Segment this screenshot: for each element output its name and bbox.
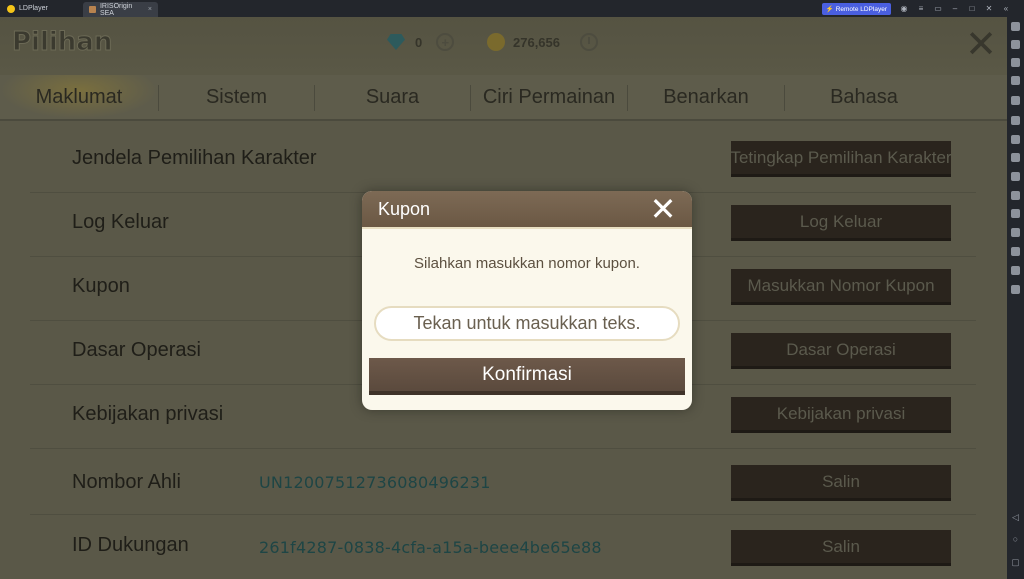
home-nav-icon[interactable]: ○ bbox=[1010, 534, 1021, 545]
more-icon[interactable] bbox=[1011, 285, 1020, 294]
account-icon[interactable]: ◉ bbox=[900, 4, 908, 13]
coupon-input[interactable]: Tekan untuk masukkan teks. bbox=[374, 306, 680, 341]
gem-icon bbox=[387, 34, 405, 50]
game-header: Pilihan 0 + 276,656 ✕ bbox=[0, 17, 1007, 75]
back-nav-icon[interactable]: ◁ bbox=[1010, 512, 1021, 523]
add-gems-icon[interactable]: + bbox=[436, 33, 455, 51]
operation-record-icon[interactable] bbox=[1011, 116, 1020, 125]
sync-icon[interactable] bbox=[1011, 209, 1020, 218]
emulator-sidebar: ◁ ○ ▢ bbox=[1007, 17, 1024, 579]
coupon-dialog: Kupon ✕ Silahkan masukkan nomor kupon. T… bbox=[362, 191, 692, 410]
minimize-icon[interactable]: – bbox=[951, 4, 959, 13]
settings-row: Jendela Pemilihan Karakter Tetingkap Pem… bbox=[30, 129, 976, 193]
dialog-message: Silahkan masukkan nomor kupon. bbox=[414, 255, 640, 272]
collapse-sidebar-icon[interactable]: « bbox=[1002, 4, 1010, 13]
enter-coupon-button[interactable]: Masukkan Nomor Kupon bbox=[731, 269, 951, 305]
settings-icon[interactable] bbox=[1011, 22, 1020, 31]
row-label: Log Keluar bbox=[72, 211, 169, 233]
row-label: Nombor Ahli bbox=[72, 471, 181, 493]
remote-ldplayer-label: Remote LDPlayer bbox=[835, 5, 887, 13]
coin-history-icon[interactable] bbox=[580, 33, 598, 51]
logout-button[interactable]: Log Keluar bbox=[731, 205, 951, 241]
volume-down-icon[interactable] bbox=[1011, 76, 1020, 85]
close-settings-icon[interactable]: ✕ bbox=[964, 25, 998, 63]
operation-policy-button[interactable]: Dasar Operasi bbox=[731, 333, 951, 369]
restore-window-icon[interactable]: ▭ bbox=[934, 4, 942, 13]
dialog-header: Kupon bbox=[362, 191, 692, 229]
apk-install-icon[interactable] bbox=[1011, 153, 1020, 162]
page-title: Pilihan bbox=[11, 27, 113, 58]
support-id-value: 261f4287-0838-4cfa-a15a-beee4be65e88 bbox=[259, 538, 602, 557]
tab-sistem[interactable]: Sistem bbox=[159, 75, 314, 119]
scissors-icon[interactable] bbox=[1011, 172, 1020, 181]
tab-benarkan[interactable]: Benarkan bbox=[628, 75, 784, 119]
dialog-title: Kupon bbox=[378, 198, 431, 219]
coin-count: 276,656 bbox=[513, 34, 560, 50]
emulator-tab[interactable]: IRISOrigin SEA × bbox=[83, 2, 158, 17]
coin-currency: 276,656 bbox=[487, 33, 598, 51]
screenshot-icon[interactable] bbox=[1011, 135, 1020, 144]
maximize-icon[interactable]: □ bbox=[968, 4, 976, 13]
tab-suara[interactable]: Suara bbox=[315, 75, 470, 119]
settings-tabs: Maklumat Sistem Suara Ciri Permainan Ben… bbox=[0, 75, 1007, 121]
location-icon[interactable] bbox=[1011, 266, 1020, 275]
emulator-tab-title: IRISOrigin SEA bbox=[99, 2, 133, 17]
gem-currency: 0 + bbox=[387, 33, 455, 51]
shake-icon[interactable] bbox=[1011, 228, 1020, 237]
video-record-icon[interactable] bbox=[1011, 191, 1020, 200]
tab-ciri-permainan[interactable]: Ciri Permainan bbox=[471, 75, 627, 119]
close-window-icon[interactable]: ✕ bbox=[985, 4, 993, 13]
row-label: Jendela Pemilihan Karakter bbox=[72, 147, 317, 169]
tab-bahasa[interactable]: Bahasa bbox=[785, 75, 943, 119]
keyboard-icon[interactable] bbox=[1011, 40, 1020, 49]
copy-member-number-button[interactable]: Salin bbox=[731, 465, 951, 501]
emulator-titlebar: LDPlayer IRISOrigin SEA × ⚡ Remote LDPla… bbox=[0, 0, 1024, 17]
tab-close-icon[interactable]: × bbox=[148, 6, 152, 13]
settings-row: ID Dukungan 261f4287-0838-4cfa-a15a-beee… bbox=[30, 515, 976, 579]
tab-maklumat[interactable]: Maklumat bbox=[0, 75, 158, 119]
copy-support-id-button[interactable]: Salin bbox=[731, 530, 951, 566]
privacy-policy-button[interactable]: Kebijakan privasi bbox=[731, 397, 951, 433]
row-label: Kupon bbox=[72, 275, 130, 297]
volume-up-icon[interactable] bbox=[1011, 58, 1020, 67]
emulator-app-name: LDPlayer bbox=[19, 5, 48, 12]
recents-nav-icon[interactable]: ▢ bbox=[1010, 557, 1021, 568]
coin-icon bbox=[487, 33, 505, 51]
gem-count: 0 bbox=[415, 34, 423, 50]
remote-ldplayer-button[interactable]: ⚡ Remote LDPlayer bbox=[821, 2, 891, 15]
folder-icon[interactable] bbox=[1011, 247, 1020, 256]
confirm-button[interactable]: Konfirmasi bbox=[369, 358, 685, 395]
fullscreen-icon[interactable] bbox=[1011, 96, 1020, 105]
menu-icon[interactable]: ≡ bbox=[917, 4, 925, 13]
settings-row: Nombor Ahli UN12007512736080496231 Salin bbox=[30, 451, 976, 515]
character-select-button[interactable]: Tetingkap Pemilihan Karakter bbox=[731, 141, 951, 177]
row-label: ID Dukungan bbox=[72, 534, 189, 556]
game-tab-icon bbox=[89, 6, 96, 13]
row-label: Kebijakan privasi bbox=[72, 403, 224, 425]
member-number-value: UN12007512736080496231 bbox=[259, 473, 491, 492]
row-label: Dasar Operasi bbox=[72, 339, 201, 361]
ldplayer-logo-icon bbox=[7, 4, 15, 13]
close-dialog-icon[interactable]: ✕ bbox=[647, 193, 679, 226]
